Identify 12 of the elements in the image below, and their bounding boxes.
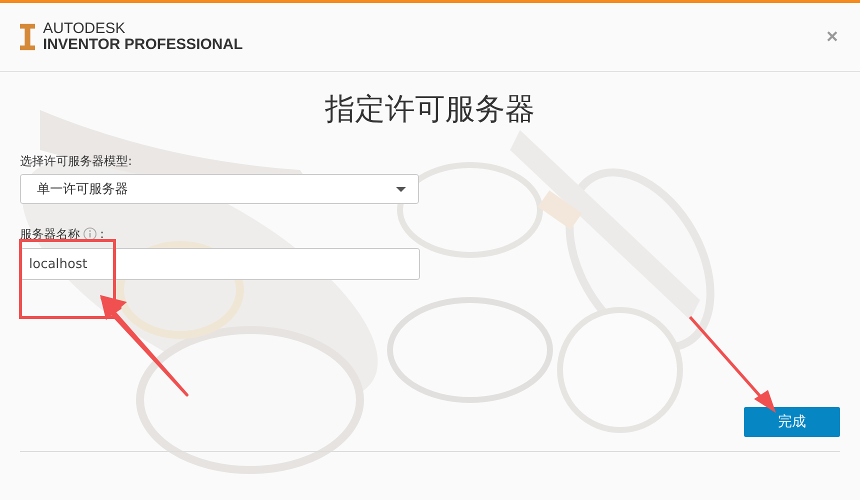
logo-icon: [20, 23, 35, 51]
field-label: 选择许可服务器模型:: [20, 154, 132, 168]
model-dropdown[interactable]: 单一许可服务器: [20, 174, 419, 204]
label-colon: :: [100, 226, 104, 242]
brand-name: AUTODESK: [43, 21, 126, 37]
product-name: INVENTOR PROFESSIONAL: [43, 37, 243, 53]
caret-icon: [396, 186, 406, 192]
server-name-field[interactable]: localhost: [20, 248, 420, 280]
info-icon[interactable]: [83, 227, 97, 241]
field-label: 服务器名称: [20, 226, 80, 242]
page-title: 指定许可服务器: [324, 91, 536, 129]
finish-button[interactable]: 完成: [744, 407, 840, 437]
